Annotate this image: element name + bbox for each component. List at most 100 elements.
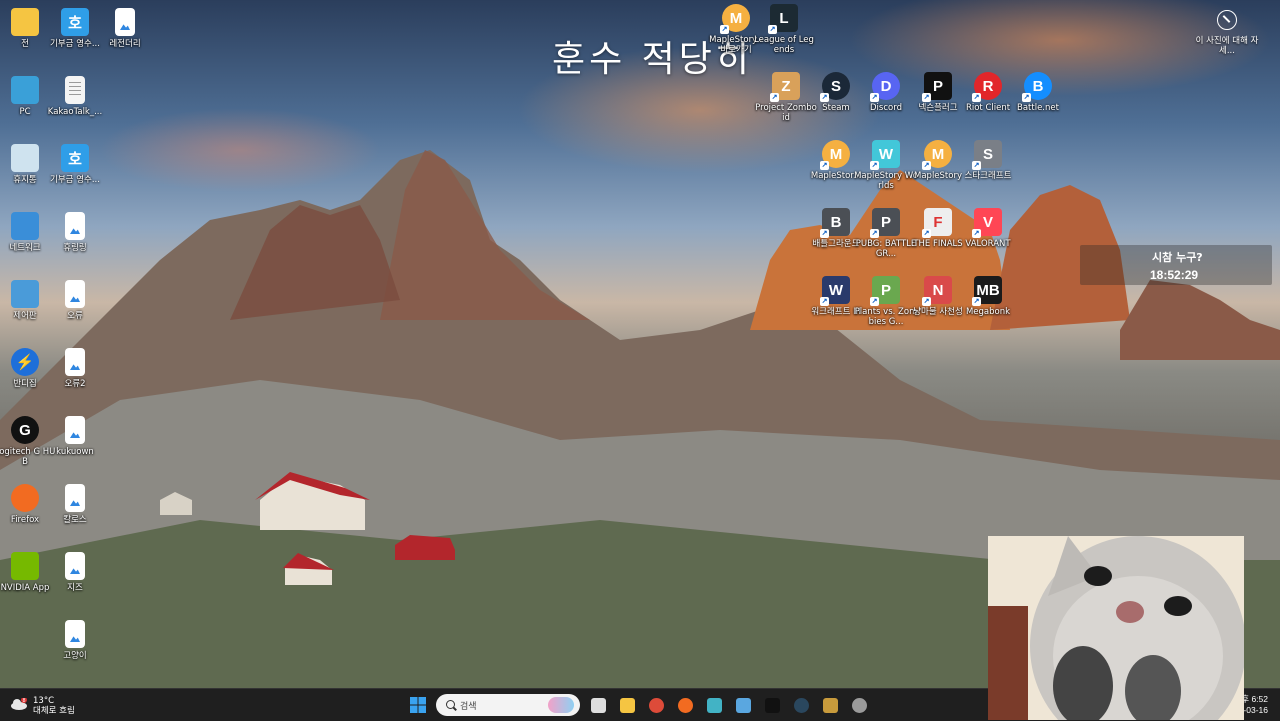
desktop-icon-label: Megabonk xyxy=(965,307,1011,317)
start-button[interactable] xyxy=(406,693,430,717)
icon-glyph: W xyxy=(828,281,844,299)
the-finals-icon: F ↗ xyxy=(922,208,952,238)
riot-client-icon: R ↗ xyxy=(972,72,1002,102)
desktop-icon-label: 칼로스 xyxy=(63,515,87,525)
steam-button[interactable] xyxy=(789,693,813,717)
nvidia-icon xyxy=(11,552,39,580)
shortcut-arrow-icon: ↗ xyxy=(768,25,777,34)
nexon-plug-icon: P ↗ xyxy=(922,72,952,102)
icon-glyph: P xyxy=(932,77,943,95)
desktop-icon-label: 휴링링 xyxy=(63,243,87,253)
icon-glyph: D xyxy=(880,77,892,95)
game-shortcut-icon[interactable]: L ↗ League of Legends xyxy=(752,4,816,55)
task-view-icon xyxy=(590,697,606,713)
desktop-icon-label: KakaoTalk_... xyxy=(47,107,103,117)
network-icon xyxy=(11,212,39,240)
folder-icon xyxy=(11,8,39,36)
task-view-button[interactable] xyxy=(586,693,610,717)
icon-glyph: P xyxy=(880,281,891,299)
firefox-button[interactable] xyxy=(673,693,697,717)
game-shortcut-icon[interactable]: B ↗ Battle.net xyxy=(1006,72,1070,113)
weather-badge: 8 xyxy=(23,698,26,704)
bandizip-icon: ⚡ xyxy=(11,348,39,376)
shortcut-arrow-icon: ↗ xyxy=(972,161,981,170)
nexon-plug-button[interactable] xyxy=(760,693,784,717)
game-shortcut-icon[interactable]: MB ↗ Megabonk xyxy=(956,276,1020,317)
desktop-icon[interactable]: 휴링링 xyxy=(43,212,107,253)
valorant-icon: V ↗ xyxy=(972,208,1002,238)
shortcut-arrow-icon: ↗ xyxy=(922,93,931,102)
nexon-plug-icon xyxy=(764,697,780,713)
image-file-icon xyxy=(65,416,85,444)
desktop-icon-label: kukuown xyxy=(56,447,94,457)
league-of-legends-icon: L ↗ xyxy=(768,4,798,34)
image-file-icon xyxy=(65,620,85,648)
maplestory-icon: M ↗ xyxy=(720,4,750,34)
steam-icon xyxy=(793,697,809,713)
desktop-icon[interactable]: 오류2 xyxy=(43,348,107,389)
shortcut-arrow-icon: ↗ xyxy=(870,93,879,102)
clock-widget-time: 18:52:29 xyxy=(1150,268,1199,282)
shortcut-arrow-icon: ↗ xyxy=(870,161,879,170)
system-tray-clock[interactable]: 후 6:52 -03-16 xyxy=(1241,694,1268,716)
firefox-icon xyxy=(11,484,39,512)
shortcut-arrow-icon: ↗ xyxy=(820,229,829,238)
cat-game-icon: N ↗ xyxy=(922,276,952,306)
gear-icon xyxy=(851,697,867,713)
league-button[interactable] xyxy=(818,693,842,717)
icon-glyph: M xyxy=(829,145,843,163)
icon-glyph: F xyxy=(933,213,943,231)
icon-glyph: R xyxy=(982,77,994,95)
megabonk-icon: MB ↗ xyxy=(972,276,1002,306)
chrome-button[interactable] xyxy=(644,693,668,717)
shortcut-arrow-icon: ↗ xyxy=(720,25,729,34)
pubg-icon: P ↗ xyxy=(870,208,900,238)
search-box[interactable]: 검색 xyxy=(436,694,580,716)
game-shortcut-icon[interactable]: S ↗ 스타크래프트 xyxy=(956,140,1020,181)
desktop-icon[interactable]: kukuown xyxy=(43,416,107,457)
shortcut-arrow-icon: ↗ xyxy=(820,161,829,170)
shortcut-arrow-icon: ↗ xyxy=(870,229,879,238)
icon-glyph: L xyxy=(779,9,789,27)
icon-glyph: S xyxy=(830,77,841,95)
gear-app-button[interactable] xyxy=(847,693,871,717)
desktop-icon[interactable]: 오류 xyxy=(43,280,107,321)
desktop-icon[interactable]: KakaoTalk_... xyxy=(43,76,107,117)
discord-icon: D ↗ xyxy=(870,72,900,102)
league-of-legends-icon xyxy=(822,697,838,713)
shortcut-arrow-icon: ↗ xyxy=(972,93,981,102)
desktop-icon[interactable]: 레전더리 xyxy=(93,8,157,49)
icon-glyph: MB xyxy=(976,281,1000,299)
steam-icon: S ↗ xyxy=(820,72,850,102)
desktop-icon-label: 오류2 xyxy=(64,379,86,389)
warcraft-icon: W ↗ xyxy=(820,276,850,306)
notepad-button[interactable] xyxy=(731,693,755,717)
desktop-icon[interactable]: 호 기부금 영수... xyxy=(43,144,107,185)
desktop-icon-label: 고양이 xyxy=(63,651,87,661)
shortcut-arrow-icon: ↗ xyxy=(870,297,879,306)
desktop-icon-label: 레전더리 xyxy=(109,39,141,49)
firefox-icon xyxy=(677,697,693,713)
file-explorer-button[interactable] xyxy=(615,693,639,717)
shortcut-arrow-icon: ↗ xyxy=(972,229,981,238)
project-zomboid-icon: Z ↗ xyxy=(770,72,800,102)
desktop-icon[interactable]: 지즈 xyxy=(43,552,107,593)
cat-photo xyxy=(988,536,1244,720)
desktop-icon[interactable]: 고양이 xyxy=(43,620,107,661)
shortcut-arrow-icon: ↗ xyxy=(922,229,931,238)
game-shortcut-icon[interactable]: V ↗ VALORANT xyxy=(956,208,1020,249)
spotlight-info-icon[interactable]: 이 사진에 대해 자세... xyxy=(1192,10,1262,56)
battlenet-icon: B ↗ xyxy=(1022,72,1052,102)
tray-time: 후 6:52 xyxy=(1241,694,1268,704)
desktop-icon[interactable]: 칼로스 xyxy=(43,484,107,525)
battlegrounds-icon: B ↗ xyxy=(820,208,850,238)
weather-desc: 대체로 흐림 xyxy=(33,706,75,716)
windows-icon xyxy=(410,697,426,713)
icon-glyph: B xyxy=(1032,77,1044,95)
hangul-doc-icon: 호 xyxy=(61,8,89,36)
shortcut-arrow-icon: ↗ xyxy=(972,297,981,306)
icon-glyph: P xyxy=(880,213,891,231)
app-teal-button[interactable] xyxy=(702,693,726,717)
image-file-icon xyxy=(65,552,85,580)
plants-vs-zombies-icon: P ↗ xyxy=(870,276,900,306)
